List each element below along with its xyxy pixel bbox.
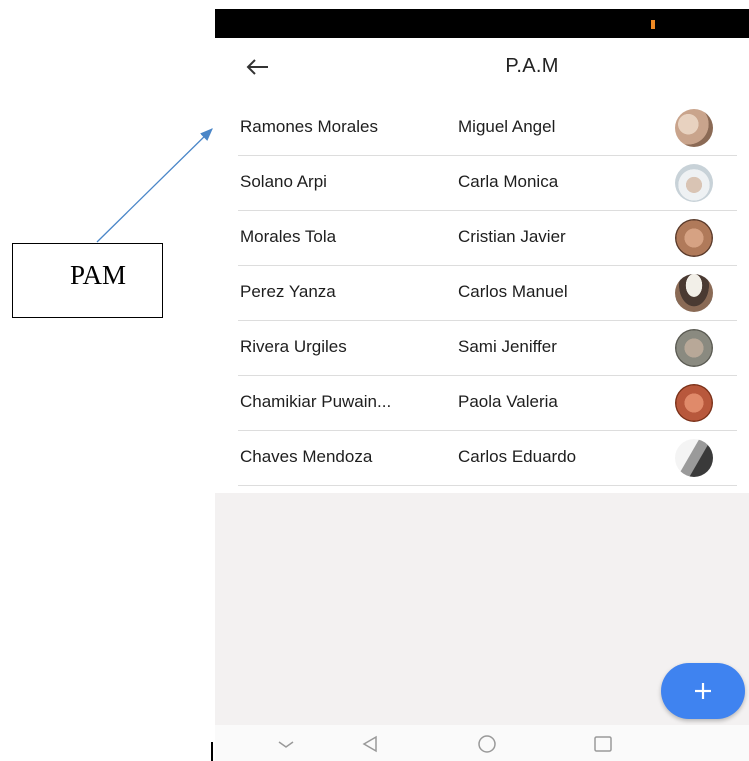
avatar [675,164,713,202]
list-item[interactable]: Chaves Mendoza Carlos Eduardo [238,430,737,486]
list-item[interactable]: Ramones Morales Miguel Angel [238,100,737,156]
nav-home-icon[interactable] [474,733,500,755]
page-title: P.A.M [505,55,559,77]
annotation-box: PAM [12,243,163,318]
avatar [675,109,713,147]
surname-text: Perez Yanza [240,282,336,301]
add-button[interactable] [661,663,745,719]
surname-text: Chamikiar Puwain... [240,392,392,411]
list-item[interactable]: Rivera Urgiles Sami Jeniffer [238,320,737,376]
given-name-text: Miguel Angel [458,117,556,136]
avatar [675,384,713,422]
system-nav-bar [215,725,749,761]
given-name-text: Sami Jeniffer [458,337,557,356]
surname-text: Solano Arpi [240,172,327,191]
list-item[interactable]: Morales Tola Cristian Javier [238,210,737,266]
given-name-text: Carlos Manuel [458,282,568,301]
phone-screen: P.A.M Ramones Morales Miguel Angel Solan… [215,9,749,761]
plus-icon [695,683,711,699]
given-name-text: Carlos Eduardo [458,447,577,466]
surname-text: Morales Tola [240,227,337,246]
given-name-text: Paola Valeria [458,392,558,411]
surname-text: Rivera Urgiles [240,337,347,356]
status-bar [215,9,749,38]
surname-text: Ramones Morales [240,117,378,136]
avatar [675,219,713,257]
given-name-text: Cristian Javier [458,227,566,246]
annotation-label: PAM [70,260,127,290]
avatar [675,439,713,477]
list-item[interactable]: Perez Yanza Carlos Manuel [238,265,737,321]
given-name-text: Carla Monica [458,172,559,191]
status-indicator-icon [651,20,655,29]
list-item[interactable]: Chamikiar Puwain... Paola Valeria [238,375,737,431]
text-cursor-mark [211,742,213,761]
avatar [675,274,713,312]
surname-text: Chaves Mendoza [240,447,373,466]
avatar [675,329,713,367]
app-bar: P.A.M [215,38,749,98]
nav-back-icon[interactable] [358,733,384,755]
person-list: Ramones Morales Miguel Angel Solano Arpi… [215,98,749,493]
list-item[interactable]: Solano Arpi Carla Monica [238,155,737,211]
nav-recents-icon[interactable] [590,733,616,755]
chevron-down-icon[interactable] [273,733,299,755]
